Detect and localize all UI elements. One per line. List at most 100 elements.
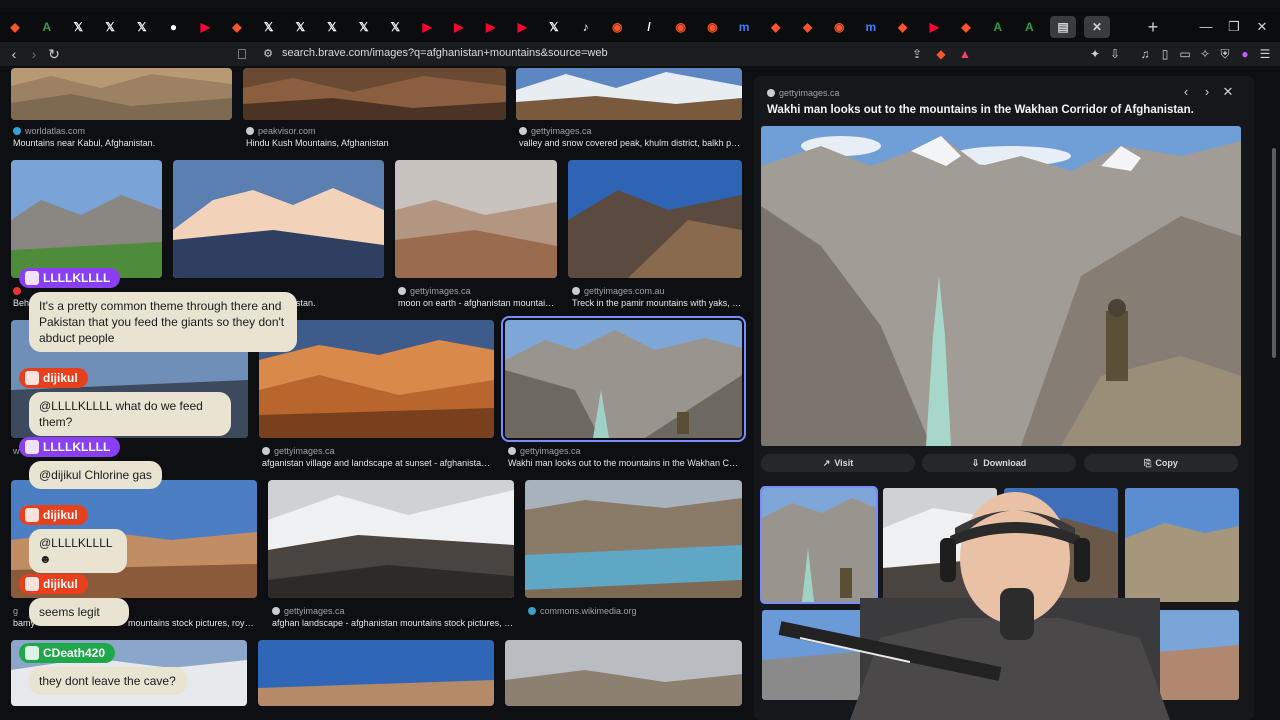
preview-image[interactable] bbox=[761, 126, 1241, 446]
copy-button[interactable]: ⎘ Copy bbox=[1084, 454, 1238, 472]
menu-icon[interactable]: ☰ bbox=[1256, 45, 1274, 63]
back-icon[interactable]: ‹ bbox=[4, 44, 24, 64]
result-caption[interactable]: Wakhi man looks out to the mountains in … bbox=[508, 458, 742, 468]
tab-brave-icon[interactable]: ◆ bbox=[797, 16, 819, 38]
result-source[interactable]: gettyimages.com.au bbox=[572, 286, 665, 296]
tab-brave-search-icon[interactable]: ◉ bbox=[701, 16, 723, 38]
media-icon[interactable]: ♫ bbox=[1136, 45, 1154, 63]
download-button[interactable]: ⇩ Download bbox=[922, 454, 1076, 472]
tab-tiktok-icon[interactable]: ♪ bbox=[575, 16, 597, 38]
result-source[interactable]: gettyimages.ca bbox=[519, 126, 592, 136]
result-image[interactable] bbox=[11, 68, 232, 120]
tab-youtube-icon[interactable]: ▶ bbox=[511, 16, 533, 38]
chat-username-badge: LLLLKLLLL bbox=[19, 437, 121, 457]
tab-brave-search-icon[interactable]: ◉ bbox=[670, 16, 692, 38]
previous-icon[interactable]: ‹ bbox=[1178, 84, 1194, 100]
tab-youtube-icon[interactable]: ▶ bbox=[448, 16, 470, 38]
result-caption[interactable]: Hindu Kush Mountains, Afghanistan bbox=[246, 138, 506, 148]
scrollbar-thumb[interactable] bbox=[1272, 148, 1276, 358]
result-image[interactable] bbox=[395, 160, 557, 278]
result-caption[interactable]: Treck in the pamir mountains with yaks, … bbox=[572, 298, 742, 308]
downloads-icon[interactable]: ⇩ bbox=[1106, 45, 1124, 63]
minimize-icon[interactable]: — bbox=[1196, 16, 1216, 38]
visit-button[interactable]: ↗ Visit bbox=[761, 454, 915, 472]
result-image[interactable] bbox=[268, 480, 514, 598]
next-icon[interactable]: › bbox=[1199, 84, 1215, 100]
new-tab-button[interactable]: + bbox=[1142, 16, 1164, 38]
result-image-selected[interactable] bbox=[501, 316, 746, 442]
result-image[interactable] bbox=[505, 640, 742, 706]
result-source[interactable] bbox=[13, 286, 25, 296]
tab-m-icon[interactable]: m bbox=[733, 16, 755, 38]
tab-brave-icon[interactable]: ◆ bbox=[4, 16, 26, 38]
tab-x-icon[interactable]: 𝕏 bbox=[543, 16, 565, 38]
result-image[interactable] bbox=[173, 160, 384, 278]
tab-brave-icon[interactable]: ◆ bbox=[892, 16, 914, 38]
result-image[interactable] bbox=[11, 160, 162, 278]
share-icon[interactable]: ⇪ bbox=[908, 45, 926, 63]
close-icon[interactable]: ✕ bbox=[1220, 84, 1236, 100]
result-source[interactable]: gettyimages.ca bbox=[508, 446, 581, 456]
result-image[interactable] bbox=[568, 160, 742, 278]
rewards-icon[interactable]: ▲ bbox=[956, 45, 974, 63]
tab-x-icon[interactable]: 𝕏 bbox=[67, 16, 89, 38]
result-source[interactable]: g bbox=[13, 606, 18, 616]
bookmark-icon[interactable]: ⎕ bbox=[232, 44, 252, 64]
tab-brave-search-icon[interactable]: ◉ bbox=[828, 16, 850, 38]
result-caption[interactable]: mountains stock pictures, royalt... bbox=[128, 618, 258, 628]
chat-username-badge: dijikul bbox=[19, 574, 88, 594]
profile-icon[interactable]: ● bbox=[1236, 45, 1254, 63]
tab-m-icon[interactable]: m bbox=[860, 16, 882, 38]
leo-icon[interactable]: ✧ bbox=[1196, 45, 1214, 63]
result-caption[interactable]: afghan landscape - afghanistan mountains… bbox=[272, 618, 514, 628]
result-image[interactable] bbox=[525, 480, 742, 598]
result-source[interactable]: worldatlas.com bbox=[13, 126, 85, 136]
tab-brave-icon[interactable]: ◆ bbox=[955, 16, 977, 38]
tab-a-icon[interactable]: A bbox=[36, 16, 58, 38]
tab-brave-icon[interactable]: ◆ bbox=[226, 16, 248, 38]
restore-icon[interactable]: ❐ bbox=[1224, 16, 1244, 38]
tab-x-icon[interactable]: 𝕏 bbox=[99, 16, 121, 38]
result-caption[interactable]: Mountains near Kabul, Afghanistan. bbox=[13, 138, 233, 148]
tab-x-icon[interactable]: 𝕏 bbox=[258, 16, 280, 38]
tab-youtube-icon[interactable]: ▶ bbox=[416, 16, 438, 38]
tab-white-circle-icon[interactable]: ● bbox=[163, 16, 185, 38]
tab-brave-search-icon[interactable]: ◉ bbox=[606, 16, 628, 38]
tab-x-icon[interactable]: 𝕏 bbox=[384, 16, 406, 38]
forward-icon[interactable]: › bbox=[24, 44, 44, 64]
tab-a-icon[interactable]: A bbox=[987, 16, 1009, 38]
wallet-icon[interactable]: ▭ bbox=[1176, 45, 1194, 63]
result-image[interactable] bbox=[516, 68, 742, 120]
result-source[interactable]: peakvisor.com bbox=[246, 126, 316, 136]
tab-youtube-icon[interactable]: ▶ bbox=[194, 16, 216, 38]
tab-x-icon[interactable]: 𝕏 bbox=[289, 16, 311, 38]
reload-icon[interactable]: ↻ bbox=[44, 44, 64, 64]
tab-x-icon[interactable]: 𝕏 bbox=[131, 16, 153, 38]
vpn-icon[interactable]: ⛨ bbox=[1216, 45, 1234, 63]
close-window-icon[interactable]: ✕ bbox=[1252, 16, 1272, 38]
result-caption[interactable]: valley and snow covered peak, khulm dist… bbox=[519, 138, 742, 148]
site-info-icon[interactable]: ⚙ bbox=[258, 44, 278, 64]
result-image[interactable] bbox=[258, 640, 494, 706]
result-caption[interactable]: afganistan village and landscape at suns… bbox=[262, 458, 495, 468]
tab-youtube-icon[interactable]: ▶ bbox=[480, 16, 502, 38]
tab-slash-icon[interactable]: / bbox=[638, 16, 660, 38]
tab-a-icon[interactable]: A bbox=[1018, 16, 1040, 38]
extensions-icon[interactable]: ✦ bbox=[1086, 45, 1104, 63]
preview-source[interactable]: gettyimages.ca bbox=[767, 88, 840, 98]
result-caption[interactable]: moon on earth - afghanistan mountains ..… bbox=[398, 298, 558, 308]
url-field[interactable]: search.brave.com/images?q=afghanistan+mo… bbox=[282, 47, 608, 59]
result-image[interactable] bbox=[243, 68, 506, 120]
result-source[interactable]: gettyimages.ca bbox=[262, 446, 335, 456]
tab-youtube-icon[interactable]: ▶ bbox=[923, 16, 945, 38]
tab-x-icon[interactable]: 𝕏 bbox=[353, 16, 375, 38]
close-tab-icon[interactable]: ✕ bbox=[1084, 16, 1110, 38]
tab-brave-icon[interactable]: ◆ bbox=[765, 16, 787, 38]
result-source[interactable]: gettyimages.ca bbox=[272, 606, 345, 616]
brave-shields-icon[interactable]: ◆ bbox=[932, 45, 950, 63]
tab-x-icon[interactable]: 𝕏 bbox=[321, 16, 343, 38]
result-source[interactable]: commons.wikimedia.org bbox=[528, 606, 637, 616]
tab-doc-icon[interactable]: ▤ bbox=[1050, 16, 1077, 38]
result-source[interactable]: gettyimages.ca bbox=[398, 286, 471, 296]
sidebar-icon[interactable]: ▯ bbox=[1156, 45, 1174, 63]
